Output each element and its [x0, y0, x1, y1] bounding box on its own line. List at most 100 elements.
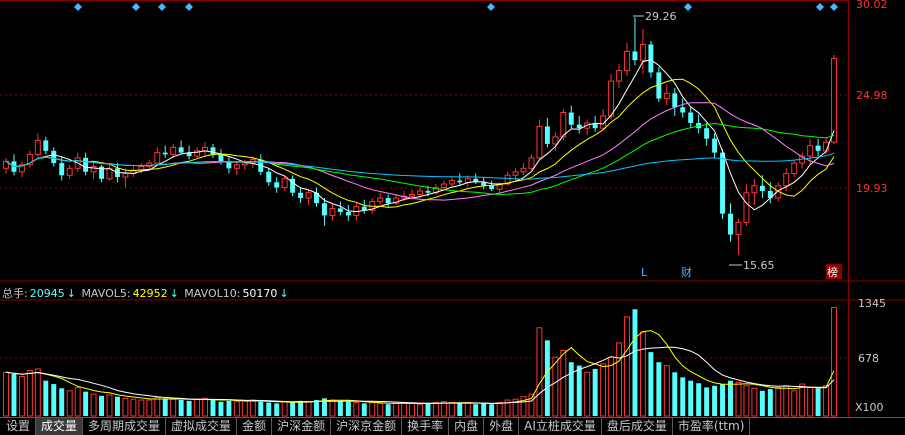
- volume-legend: 总手: 20945 ↓ MAVOL5: 42952 ↓ MAVOL10: 50170 ↓: [2, 285, 291, 301]
- volume-bar: [66, 390, 73, 417]
- candle: [106, 163, 113, 181]
- tab-inner-volume[interactable]: 内盘: [449, 418, 485, 435]
- stock-chart[interactable]: 30.02 24.98 19.93 1345 678 X100 29.26 15…: [0, 0, 905, 434]
- candle: [735, 218, 742, 255]
- event-diamond-icon[interactable]: [74, 3, 82, 11]
- candle: [51, 147, 57, 167]
- tab-after-hours-volume[interactable]: 盘后成交量: [602, 418, 673, 435]
- volume-bar: [99, 395, 105, 416]
- volume-bar: [26, 370, 33, 417]
- marker-bang[interactable]: 榜: [827, 265, 838, 279]
- ma20-line: [5, 102, 835, 201]
- volume-bar: [210, 400, 216, 416]
- event-diamond-icon[interactable]: [830, 3, 838, 11]
- volume-bars: [3, 307, 837, 417]
- tab-outer-volume[interactable]: 外盘: [484, 418, 520, 435]
- volume-bar: [138, 399, 145, 417]
- volume-bar: [345, 401, 351, 416]
- event-diamond-icon[interactable]: [684, 3, 692, 11]
- mavol10-line: [5, 346, 835, 404]
- event-diamond-icon[interactable]: [132, 3, 140, 11]
- tab-settings[interactable]: 设置: [0, 418, 37, 435]
- candle: [457, 173, 463, 186]
- candle: [799, 152, 806, 169]
- marker-cai[interactable]: 财: [681, 265, 692, 279]
- volume-bar: [401, 402, 408, 417]
- volume-bar: [568, 362, 574, 416]
- candle: [226, 156, 232, 174]
- candle: [233, 161, 240, 176]
- volume-bar: [114, 396, 120, 416]
- volume-bar: [799, 383, 806, 417]
- tab-amount[interactable]: 金额: [237, 418, 273, 435]
- volume-bar: [202, 397, 209, 417]
- price-panel-grid: [0, 0, 905, 417]
- volume-bar: [170, 398, 177, 417]
- volume-bar: [281, 401, 288, 417]
- event-diamond-icon[interactable]: [816, 3, 824, 11]
- marker-l[interactable]: L: [641, 266, 648, 279]
- volume-bar: [130, 398, 137, 417]
- candle: [266, 168, 272, 186]
- volume-bar: [194, 398, 201, 417]
- price-axis-label-mid: 24.98: [856, 89, 888, 102]
- volume-bar: [226, 400, 232, 416]
- candle: [815, 138, 821, 157]
- volume-bar: [759, 390, 765, 416]
- volume-bar: [688, 380, 694, 416]
- candle: [663, 84, 670, 106]
- down-arrow-icon: ↓: [279, 287, 289, 300]
- volume-bar: [680, 377, 686, 416]
- tab-sh-sz-amount[interactable]: 沪深金额: [272, 418, 332, 435]
- volume-bar: [584, 371, 591, 417]
- down-arrow-icon: ↓: [169, 287, 179, 300]
- volume-bar: [43, 380, 49, 416]
- candle: [448, 177, 455, 188]
- volume-bar: [743, 385, 750, 417]
- volume-bar: [425, 403, 431, 416]
- down-arrow-icon: ↓: [66, 287, 76, 300]
- tab-turnover-rate[interactable]: 换手率: [402, 418, 450, 435]
- volume-bar: [106, 394, 113, 417]
- candle: [314, 187, 319, 207]
- volume-bar: [720, 384, 726, 416]
- mavol10-label: MAVOL10:: [184, 287, 241, 300]
- candle: [791, 159, 798, 178]
- event-diamond-icon[interactable]: [158, 3, 166, 11]
- event-diamonds[interactable]: [74, 3, 838, 11]
- volume-bar: [34, 368, 41, 417]
- candle: [639, 28, 646, 75]
- volume-bar: [464, 402, 471, 417]
- candle: [99, 164, 105, 183]
- volume-bar: [393, 402, 400, 417]
- volume-axis-label-top: 1345: [858, 297, 886, 310]
- tab-volume[interactable]: 成交量: [36, 418, 84, 435]
- volume-bar: [90, 393, 97, 417]
- event-diamond-icon[interactable]: [487, 3, 495, 11]
- price-axis-label-top: 30.02: [856, 0, 888, 11]
- tab-pe-ttm[interactable]: 市盈率(ttm): [673, 418, 751, 435]
- candle: [11, 154, 17, 176]
- tab-ai-volume[interactable]: AI立桩成交量: [519, 418, 602, 435]
- volume-bar: [648, 352, 654, 416]
- tab-sh-sz-bj-amount[interactable]: 沪深京金额: [331, 418, 403, 435]
- volume-bar: [385, 404, 391, 416]
- candle: [624, 42, 630, 76]
- volume-bar: [59, 388, 65, 416]
- candle: [520, 163, 527, 176]
- event-diamond-icon[interactable]: [185, 3, 193, 11]
- candle: [576, 115, 582, 134]
- candle: [377, 192, 384, 205]
- volume-bar: [369, 402, 376, 417]
- tab-virtual-volume[interactable]: 虚拟成交量: [166, 418, 238, 435]
- volume-bar: [11, 373, 17, 416]
- volume-bar: [767, 389, 773, 416]
- indicator-tab-bar: 设置 成交量 多周期成交量 虚拟成交量 金额 沪深金额 沪深京金额 换手率 内盘…: [0, 417, 905, 435]
- candle: [704, 122, 710, 146]
- candle: [688, 107, 694, 129]
- tab-multi-period-volume[interactable]: 多周期成交量: [83, 418, 167, 435]
- volume-bar: [696, 383, 702, 416]
- candle: [162, 145, 168, 158]
- low-annotation: 15.65: [729, 259, 775, 272]
- volume-bar: [592, 368, 598, 416]
